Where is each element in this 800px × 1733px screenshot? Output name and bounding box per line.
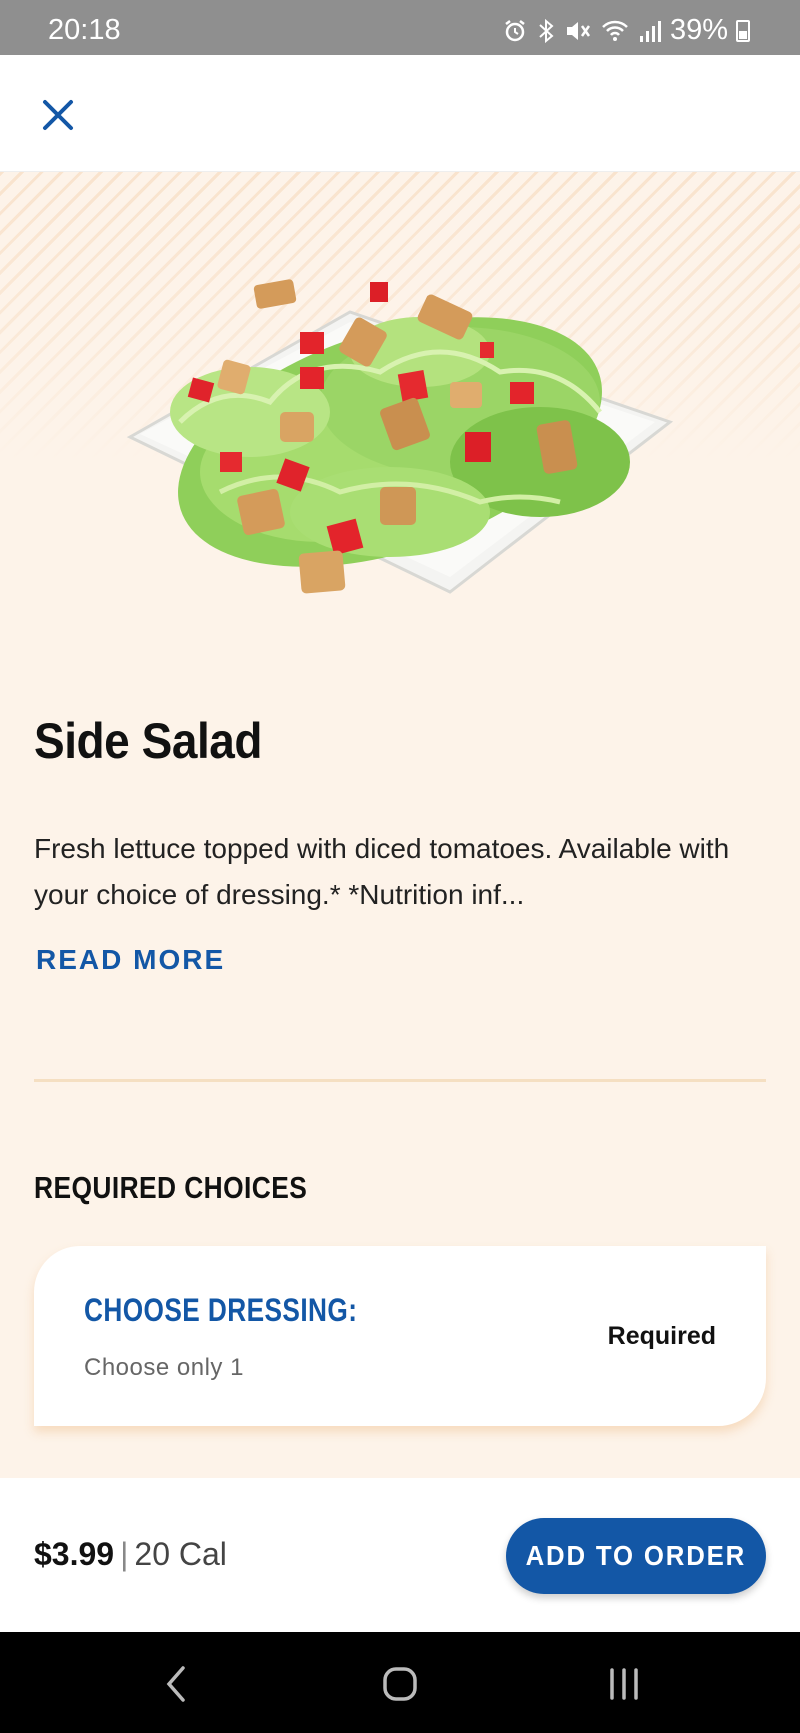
alarm-icon	[502, 18, 528, 44]
system-nav-bar	[0, 1632, 800, 1733]
salad-image	[126, 279, 674, 594]
battery-icon	[736, 19, 750, 42]
product-hero	[0, 172, 800, 652]
status-time: 20:18	[48, 14, 121, 46]
wifi-icon	[600, 18, 630, 44]
back-button[interactable]	[146, 1662, 206, 1706]
choice-title: CHOOSE DRESSING:	[84, 1292, 358, 1328]
required-choices-heading: REQUIRED CHOICES	[34, 1170, 308, 1205]
status-bar: 20:18 39%	[0, 0, 800, 55]
choose-dressing-card[interactable]: CHOOSE DRESSING: Choose only 1 Required	[34, 1246, 766, 1426]
add-to-order-button[interactable]: ADD TO ORDER	[506, 1518, 766, 1594]
price-line: $3.99 | 20 Cal	[34, 1536, 227, 1573]
read-more-link[interactable]: READ MORE	[36, 944, 225, 976]
mute-icon	[564, 18, 592, 44]
price: $3.99	[34, 1536, 115, 1572]
bluetooth-icon	[536, 18, 556, 44]
status-icons: 39%	[502, 14, 750, 47]
calories: 20 Cal	[134, 1536, 227, 1572]
add-to-order-label: ADD TO ORDER	[525, 1540, 747, 1571]
product-description: Fresh lettuce topped with diced tomatoes…	[34, 833, 730, 910]
order-bar: $3.99 | 20 Cal ADD TO ORDER	[0, 1478, 800, 1632]
close-icon	[43, 100, 73, 130]
home-icon	[383, 1667, 417, 1701]
back-icon	[166, 1666, 185, 1702]
product-title: Side Salad	[34, 713, 263, 769]
top-bar	[0, 55, 800, 172]
home-button[interactable]	[370, 1662, 430, 1706]
recents-icon	[610, 1668, 638, 1700]
close-button[interactable]	[38, 95, 78, 135]
price-separator: |	[120, 1536, 129, 1572]
choice-subtitle: Choose only 1	[84, 1354, 244, 1381]
battery-percent: 39%	[669, 14, 728, 46]
signal-icon	[638, 18, 662, 44]
required-badge: Required	[607, 1322, 716, 1350]
recents-button[interactable]	[594, 1662, 654, 1706]
section-divider	[34, 1079, 766, 1082]
